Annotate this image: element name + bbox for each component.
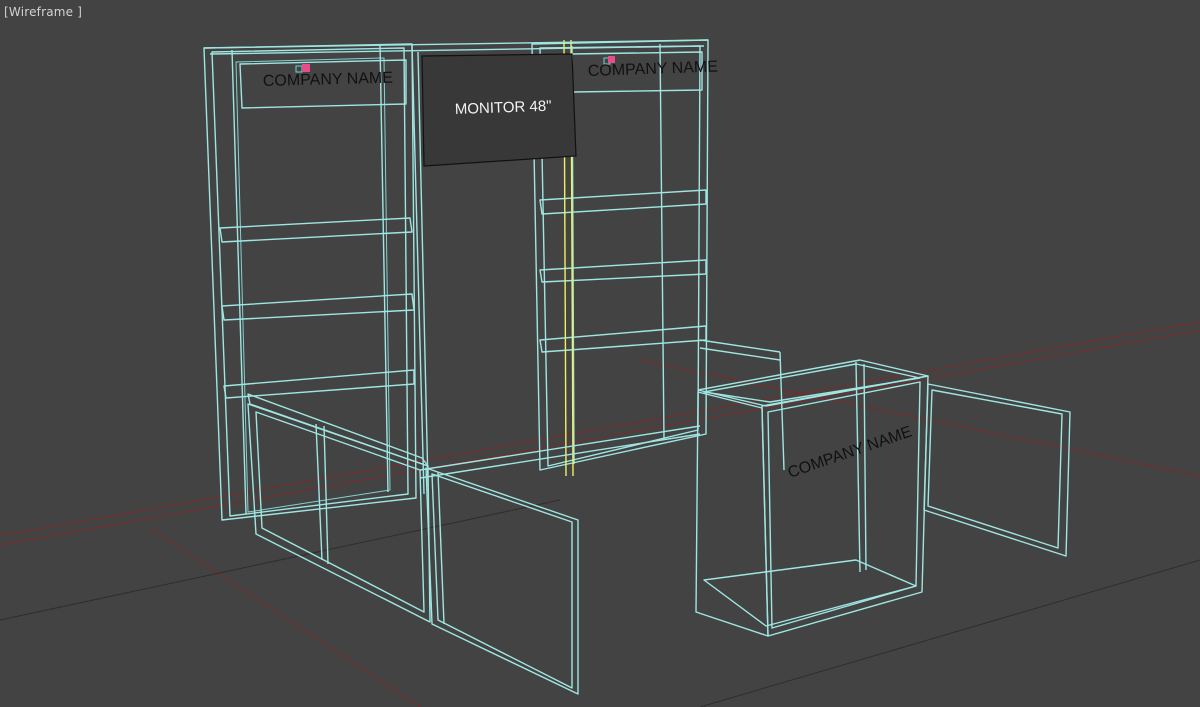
- company-name-counter-text: COMPANY NAME: [786, 423, 915, 481]
- monitor-48[interactable]: MONITOR 48": [421, 53, 577, 167]
- company-name-right-text: COMPANY NAME: [588, 58, 719, 80]
- viewport-shading-label-text: Wireframe: [8, 5, 74, 19]
- left-shelf-tower[interactable]: [203, 43, 417, 521]
- ground-grid: [0, 321, 1200, 707]
- company-name-left-text: COMPANY NAME: [263, 70, 393, 90]
- right-counter[interactable]: COMPANY NAME: [695, 351, 929, 637]
- company-name-right: COMPANY NAME: [588, 56, 719, 80]
- company-name-left: COMPANY NAME: [263, 64, 393, 90]
- monitor-label: MONITOR 48": [455, 98, 552, 118]
- wireframe-viewport[interactable]: [Wireframe ] MONITOR 48" COMPANY NAME CO…: [0, 0, 1200, 707]
- front-left-panel[interactable]: [425, 467, 579, 695]
- viewport-shading-label[interactable]: [Wireframe ]: [4, 5, 82, 19]
- scene-canvas[interactable]: MONITOR 48" COMPANY NAME COMPANY NAME CO…: [0, 0, 1200, 707]
- right-side-panel[interactable]: [923, 383, 1071, 557]
